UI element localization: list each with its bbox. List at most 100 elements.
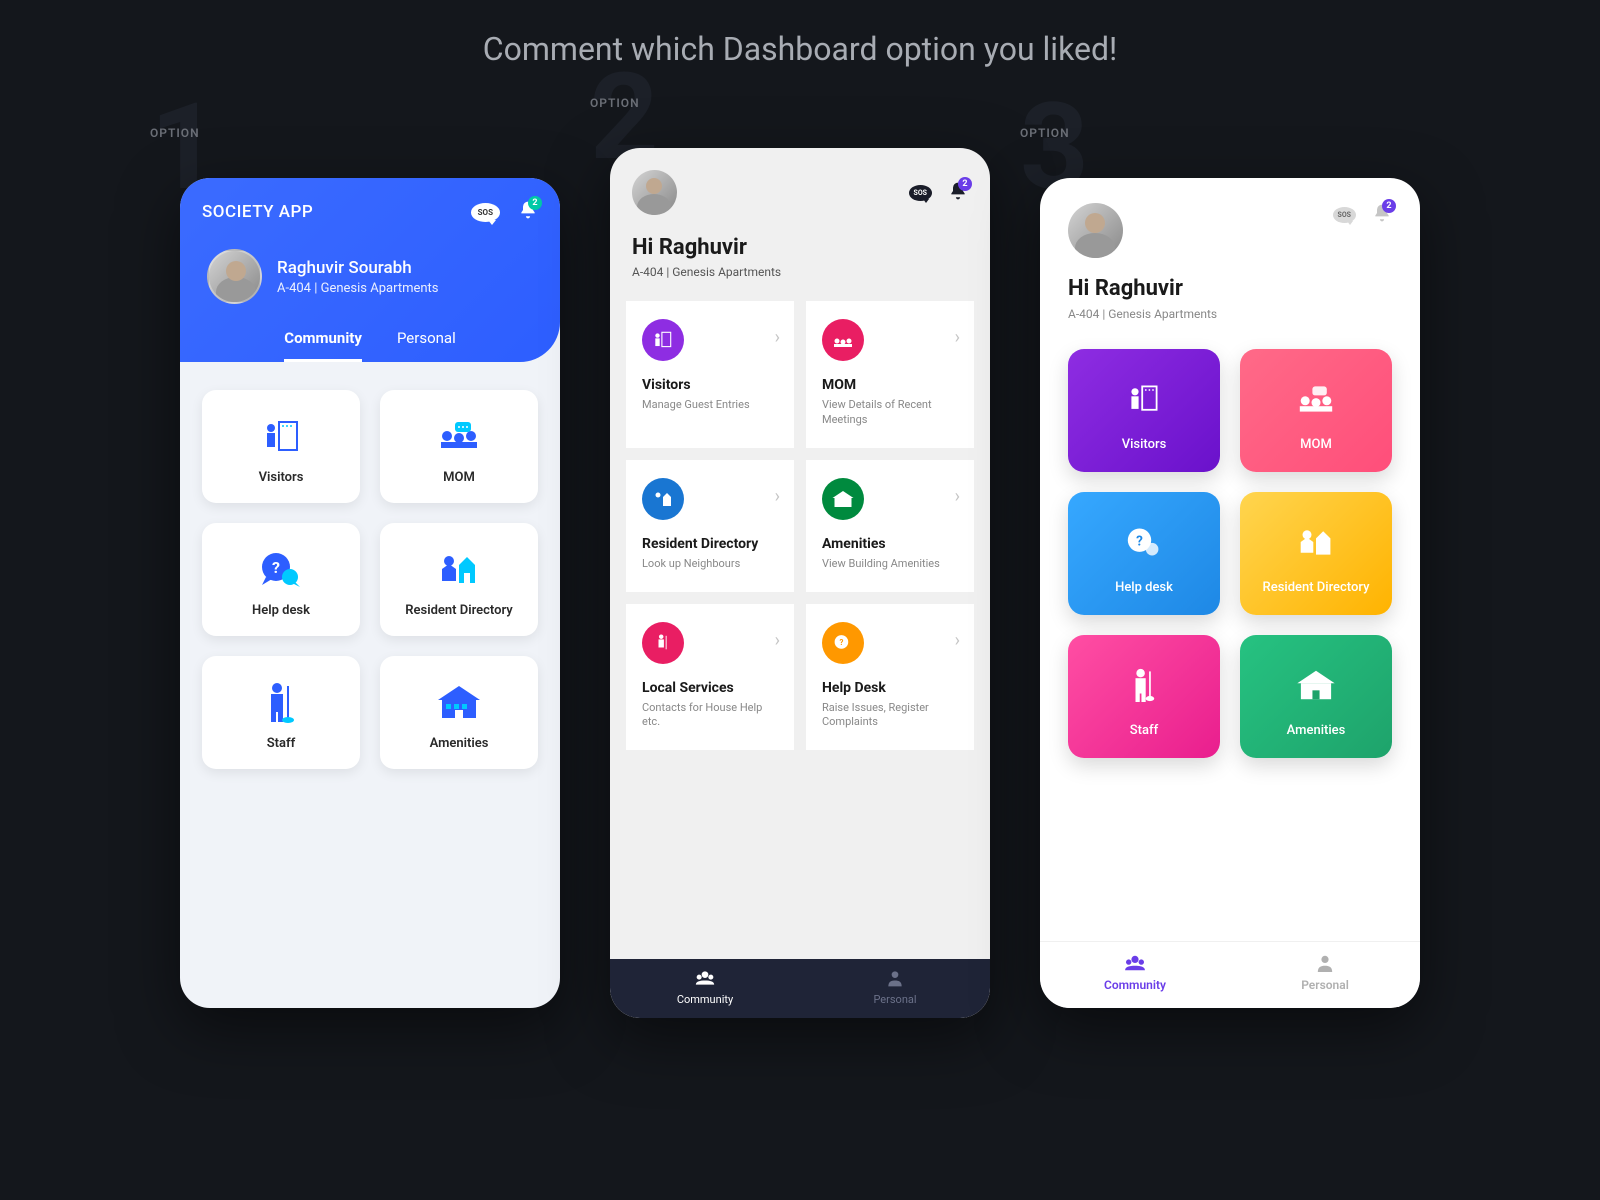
card-helpdesk[interactable]: ? Help desk [1068,492,1220,615]
community-icon [1124,954,1146,972]
nav-personal[interactable]: Personal [800,969,990,1006]
svg-text:?: ? [272,558,280,577]
phone-option-3: SOS 2 Hi Raghuvir A-404 | Genesis Apartm… [1040,178,1420,1008]
card-directory[interactable]: Resident Directory [1240,492,1392,615]
user-address: A-404 | Genesis Apartments [1068,307,1392,321]
card-directory[interactable]: Resident Directory [380,523,538,636]
helpdesk-icon: ? [212,545,350,593]
nav-label: Community [610,993,800,1006]
sos-icon[interactable]: SOS [1333,207,1356,223]
card-visitors[interactable]: Visitors [202,390,360,503]
card-mom[interactable]: MOM [380,390,538,503]
directory-icon [642,478,684,520]
nav-label: Personal [1230,978,1420,992]
card-label: MOM [1250,437,1382,452]
card-label: MOM [390,470,528,485]
amenities-icon [1250,663,1382,707]
mom-icon [822,319,864,361]
mom-icon [390,412,528,460]
card-label: Resident Directory [1250,580,1382,595]
card-title: Amenities [822,536,958,552]
user-address: A-404 | Genesis Apartments [632,265,968,279]
directory-icon [390,545,528,593]
greeting: Hi Raghuvir [1068,276,1392,301]
card-subtitle: View Details of Recent Meetings [822,398,958,428]
page-title: Comment which Dashboard option you liked… [0,30,1600,68]
notification-badge: 2 [528,196,542,210]
card-label: Amenities [390,736,528,751]
user-avatar[interactable] [207,249,262,304]
svg-text:?: ? [1136,534,1143,550]
nav-community[interactable]: Community [1040,954,1230,992]
card-helpdesk[interactable]: ? › Help Desk Raise Issues, Register Com… [806,604,974,751]
card-subtitle: Manage Guest Entries [642,398,778,413]
chevron-right-icon: › [955,327,960,348]
tab-community[interactable]: Community [284,329,362,362]
svg-text:?: ? [839,638,843,647]
notification-badge: 2 [958,177,972,191]
greeting: Hi Raghuvir [632,235,968,260]
card-title: Local Services [642,680,778,696]
card-amenities[interactable]: Amenities [380,656,538,769]
user-name: Raghuvir Sourabh [277,258,439,278]
person-icon [1314,954,1336,972]
card-subtitle: Raise Issues, Register Complaints [822,701,958,731]
phone-option-1: SOCIETY APP SOS 2 Raghuvir Sourabh A-404… [180,178,560,1008]
card-label: Amenities [1250,723,1382,738]
amenities-icon [822,478,864,520]
tab-personal[interactable]: Personal [397,329,456,362]
card-label: Resident Directory [390,603,528,618]
option-label-1: OPTION [150,126,200,140]
card-label: Visitors [1078,437,1210,452]
chevron-right-icon: › [775,486,780,507]
card-label: Staff [212,736,350,751]
person-icon [885,969,905,987]
card-helpdesk[interactable]: ? Help desk [202,523,360,636]
helpdesk-icon: ? [1078,520,1210,564]
card-title: Resident Directory [642,536,778,552]
card-title: MOM [822,377,958,393]
option-label-2: OPTION [590,96,640,110]
directory-icon [1250,520,1382,564]
card-staff[interactable]: Staff [1068,635,1220,758]
card-staff[interactable]: Staff [202,656,360,769]
card-directory[interactable]: › Resident Directory Look up Neighbours [626,460,794,592]
card-visitors[interactable]: › Visitors Manage Guest Entries [626,301,794,448]
amenities-icon [390,678,528,726]
services-icon [642,622,684,664]
community-icon [695,969,715,987]
visitors-icon [1078,377,1210,421]
card-amenities[interactable]: Amenities [1240,635,1392,758]
card-amenities[interactable]: › Amenities View Building Amenities [806,460,974,592]
card-label: Visitors [212,470,350,485]
card-title: Help Desk [822,680,958,696]
notification-bell-icon[interactable]: 2 [518,200,538,224]
user-avatar[interactable] [632,170,677,215]
nav-personal[interactable]: Personal [1230,954,1420,992]
chevron-right-icon: › [955,486,960,507]
card-title: Visitors [642,377,778,393]
card-subtitle: Look up Neighbours [642,557,778,572]
chevron-right-icon: › [775,327,780,348]
visitors-icon [212,412,350,460]
card-visitors[interactable]: Visitors [1068,349,1220,472]
app-title: SOCIETY APP [202,202,313,222]
user-avatar[interactable] [1068,203,1123,258]
sos-icon[interactable]: SOS [471,203,500,222]
mom-icon [1250,377,1382,421]
helpdesk-icon: ? [822,622,864,664]
notification-bell-icon[interactable]: 2 [1372,203,1392,227]
card-services[interactable]: › Local Services Contacts for House Help… [626,604,794,751]
notification-bell-icon[interactable]: 2 [948,181,968,205]
card-subtitle: View Building Amenities [822,557,958,572]
notification-badge: 2 [1382,199,1396,213]
card-label: Staff [1078,723,1210,738]
card-mom[interactable]: MOM [1240,349,1392,472]
card-subtitle: Contacts for House Help etc. [642,701,778,731]
nav-label: Community [1040,978,1230,992]
phone-option-2: SOS 2 Hi Raghuvir A-404 | Genesis Apartm… [610,148,990,1018]
sos-icon[interactable]: SOS [909,185,932,201]
nav-community[interactable]: Community [610,969,800,1006]
card-mom[interactable]: › MOM View Details of Recent Meetings [806,301,974,448]
chevron-right-icon: › [955,630,960,651]
